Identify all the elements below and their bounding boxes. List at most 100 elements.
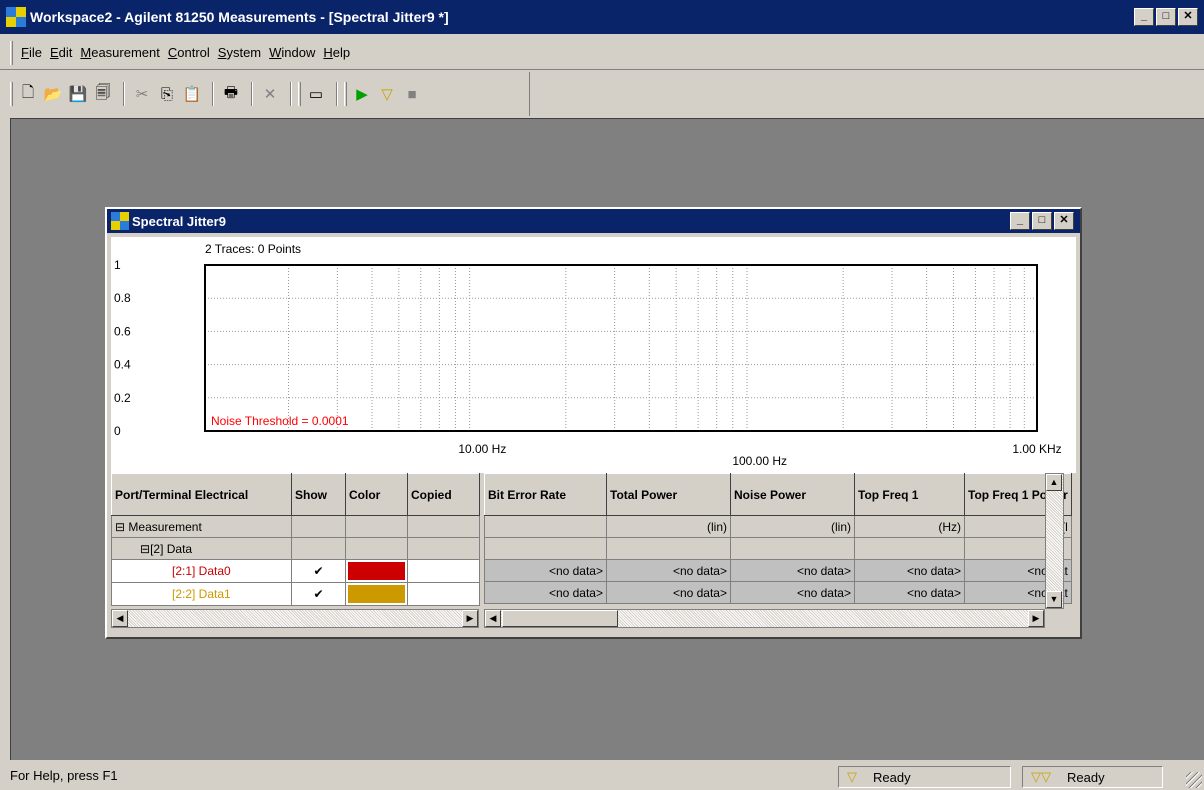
- run-icon[interactable]: ▶: [351, 83, 373, 105]
- scroll-right-icon[interactable]: ▶: [1028, 610, 1044, 627]
- unit-cell: (Hz): [854, 515, 965, 538]
- table-row: [484, 537, 1072, 560]
- close-icon[interactable]: ✕: [1054, 212, 1074, 230]
- tree-label: [2:2] Data1: [111, 582, 292, 606]
- color-swatch[interactable]: [348, 585, 405, 603]
- minimize-icon[interactable]: _: [1134, 8, 1154, 26]
- col-top-freq-1[interactable]: Top Freq 1: [854, 473, 965, 516]
- tree-row[interactable]: [2:2] Data1 ✔: [111, 582, 480, 606]
- menu-bar: File Edit Measurement Control System Win…: [0, 36, 1204, 70]
- app-title: Workspace2 - Agilent 81250 Measurements …: [30, 9, 449, 25]
- open-icon[interactable]: 📂: [42, 83, 64, 105]
- toolbar-separator: [290, 82, 292, 106]
- scroll-left-icon[interactable]: ◀: [485, 610, 501, 627]
- tree-label: Measurement: [128, 519, 202, 534]
- unit-cell: [484, 515, 607, 538]
- scroll-left-icon[interactable]: ◀: [112, 610, 128, 627]
- child-title-bar: Spectral Jitter9 _ □ ✕: [107, 209, 1080, 233]
- tree-row[interactable]: ⊟[2] Data: [111, 537, 480, 560]
- save-icon[interactable]: 💾: [67, 83, 89, 105]
- color-swatch[interactable]: [348, 562, 405, 580]
- results-table-area: Port/Terminal Electrical Show Color Copi…: [111, 473, 1076, 631]
- save-all-icon[interactable]: 🗐: [92, 83, 114, 105]
- y-tick-label: 0.6: [114, 324, 131, 338]
- col-copied[interactable]: Copied: [407, 473, 480, 516]
- menu-measurement[interactable]: Measurement: [76, 45, 164, 60]
- toolbar: 🗋 📂 💾 🗐 ✂ ⎘ 📋 🖶 ✕ ▭ ▶ ▽ ■: [0, 72, 530, 116]
- new-icon[interactable]: 🗋: [17, 83, 39, 105]
- data-cell: <no data>: [606, 559, 731, 582]
- noise-threshold-label: Noise Threshold = 0.0001: [211, 414, 349, 428]
- unit-cell: (lin): [606, 515, 731, 538]
- app-title-bar: Workspace2 - Agilent 81250 Measurements …: [0, 0, 1204, 34]
- show-checkbox[interactable]: ✔: [291, 582, 346, 606]
- col-noise-power[interactable]: Noise Power: [730, 473, 855, 516]
- col-total-power[interactable]: Total Power: [606, 473, 731, 516]
- col-color[interactable]: Color: [345, 473, 408, 516]
- show-checkbox[interactable]: ✔: [291, 559, 346, 583]
- scroll-up-icon[interactable]: ▲: [1046, 474, 1062, 491]
- stop-icon[interactable]: ■: [401, 83, 423, 105]
- spectral-jitter-window: Spectral Jitter9 _ □ ✕ 2 Traces: 0 Point…: [105, 207, 1082, 639]
- data-cell: <no data>: [606, 581, 731, 604]
- data-cell: <no data>: [484, 559, 607, 582]
- left-horizontal-scrollbar[interactable]: ◀ ▶: [111, 609, 479, 628]
- menu-file[interactable]: File: [17, 45, 46, 60]
- resize-grip-icon[interactable]: [1186, 772, 1202, 788]
- scroll-right-icon[interactable]: ▶: [462, 610, 478, 627]
- chart-caption: 2 Traces: 0 Points: [205, 242, 301, 256]
- status-ready-1: Ready: [873, 769, 911, 785]
- toolbar-separator: [251, 82, 253, 106]
- multi-trigger-icon: ▽▽: [1031, 769, 1051, 784]
- data-cell: <no data>: [730, 559, 855, 582]
- status-panel-ready2: ▽▽ Ready: [1022, 766, 1163, 788]
- maximize-icon[interactable]: □: [1032, 212, 1052, 230]
- data-cell: <no data>: [854, 581, 965, 604]
- vertical-scrollbar[interactable]: ▲ ▼: [1045, 473, 1064, 609]
- menu-control[interactable]: Control: [164, 45, 214, 60]
- close-icon[interactable]: ✕: [1178, 8, 1198, 26]
- copy-icon[interactable]: ⎘: [156, 83, 178, 105]
- menu-window[interactable]: Window: [265, 45, 319, 60]
- expand-icon[interactable]: ⊟: [140, 542, 150, 556]
- delete-icon[interactable]: ✕: [259, 83, 281, 105]
- stop-trigger-icon[interactable]: ▽: [376, 83, 398, 105]
- table-row: <no data> <no data> <no data> <no data> …: [484, 559, 1072, 582]
- menu-system[interactable]: System: [214, 45, 265, 60]
- scroll-down-icon[interactable]: ▼: [1046, 591, 1062, 608]
- tree-table: Port/Terminal Electrical Show Color Copi…: [111, 473, 480, 606]
- spectral-chart: 2 Traces: 0 Points 1 0.8 0.6 0.4 0.2 0 10.00 Hz…: [114, 242, 1062, 468]
- plot-frame: [204, 264, 1038, 432]
- toolbar-separator: [336, 82, 338, 106]
- results-table: Bit Error Rate Total Power Noise Power T…: [484, 473, 1072, 604]
- y-tick-label: 0.8: [114, 291, 131, 305]
- menu-edit[interactable]: Edit: [46, 45, 76, 60]
- status-ready-2: Ready: [1067, 769, 1105, 785]
- window-icon[interactable]: ▭: [305, 83, 327, 105]
- status-help-text: For Help, press F1: [10, 768, 118, 783]
- toolbar-grip: [10, 82, 13, 106]
- table-row: <no data> <no data> <no data> <no data> …: [484, 581, 1072, 604]
- toolbar-grip: [344, 82, 347, 106]
- minimize-icon[interactable]: _: [1010, 212, 1030, 230]
- data-cell: <no data>: [730, 581, 855, 604]
- menu-grip: [10, 40, 13, 65]
- paste-icon[interactable]: 📋: [181, 83, 203, 105]
- scroll-thumb[interactable]: [502, 610, 618, 627]
- col-show[interactable]: Show: [291, 473, 346, 516]
- toolbar-separator: [123, 82, 125, 106]
- expand-icon[interactable]: ⊟: [115, 520, 125, 534]
- menu-help[interactable]: Help: [319, 45, 354, 60]
- toolbar-grip: [298, 82, 301, 106]
- col-port-terminal[interactable]: Port/Terminal Electrical: [111, 473, 292, 516]
- print-icon[interactable]: 🖶: [220, 83, 242, 105]
- col-bit-error-rate[interactable]: Bit Error Rate: [484, 473, 607, 516]
- cut-icon[interactable]: ✂: [131, 83, 153, 105]
- plot-area: 2 Traces: 0 Points 1 0.8 0.6 0.4 0.2 0 10.00 Hz…: [111, 237, 1076, 473]
- y-tick-label: 1: [114, 258, 121, 272]
- maximize-icon[interactable]: □: [1156, 8, 1176, 26]
- tree-row[interactable]: [2:1] Data0 ✔: [111, 559, 480, 583]
- tree-row[interactable]: ⊟ Measurement: [111, 515, 480, 538]
- data-cell: <no data>: [484, 581, 607, 604]
- right-horizontal-scrollbar[interactable]: ◀ ▶: [484, 609, 1045, 628]
